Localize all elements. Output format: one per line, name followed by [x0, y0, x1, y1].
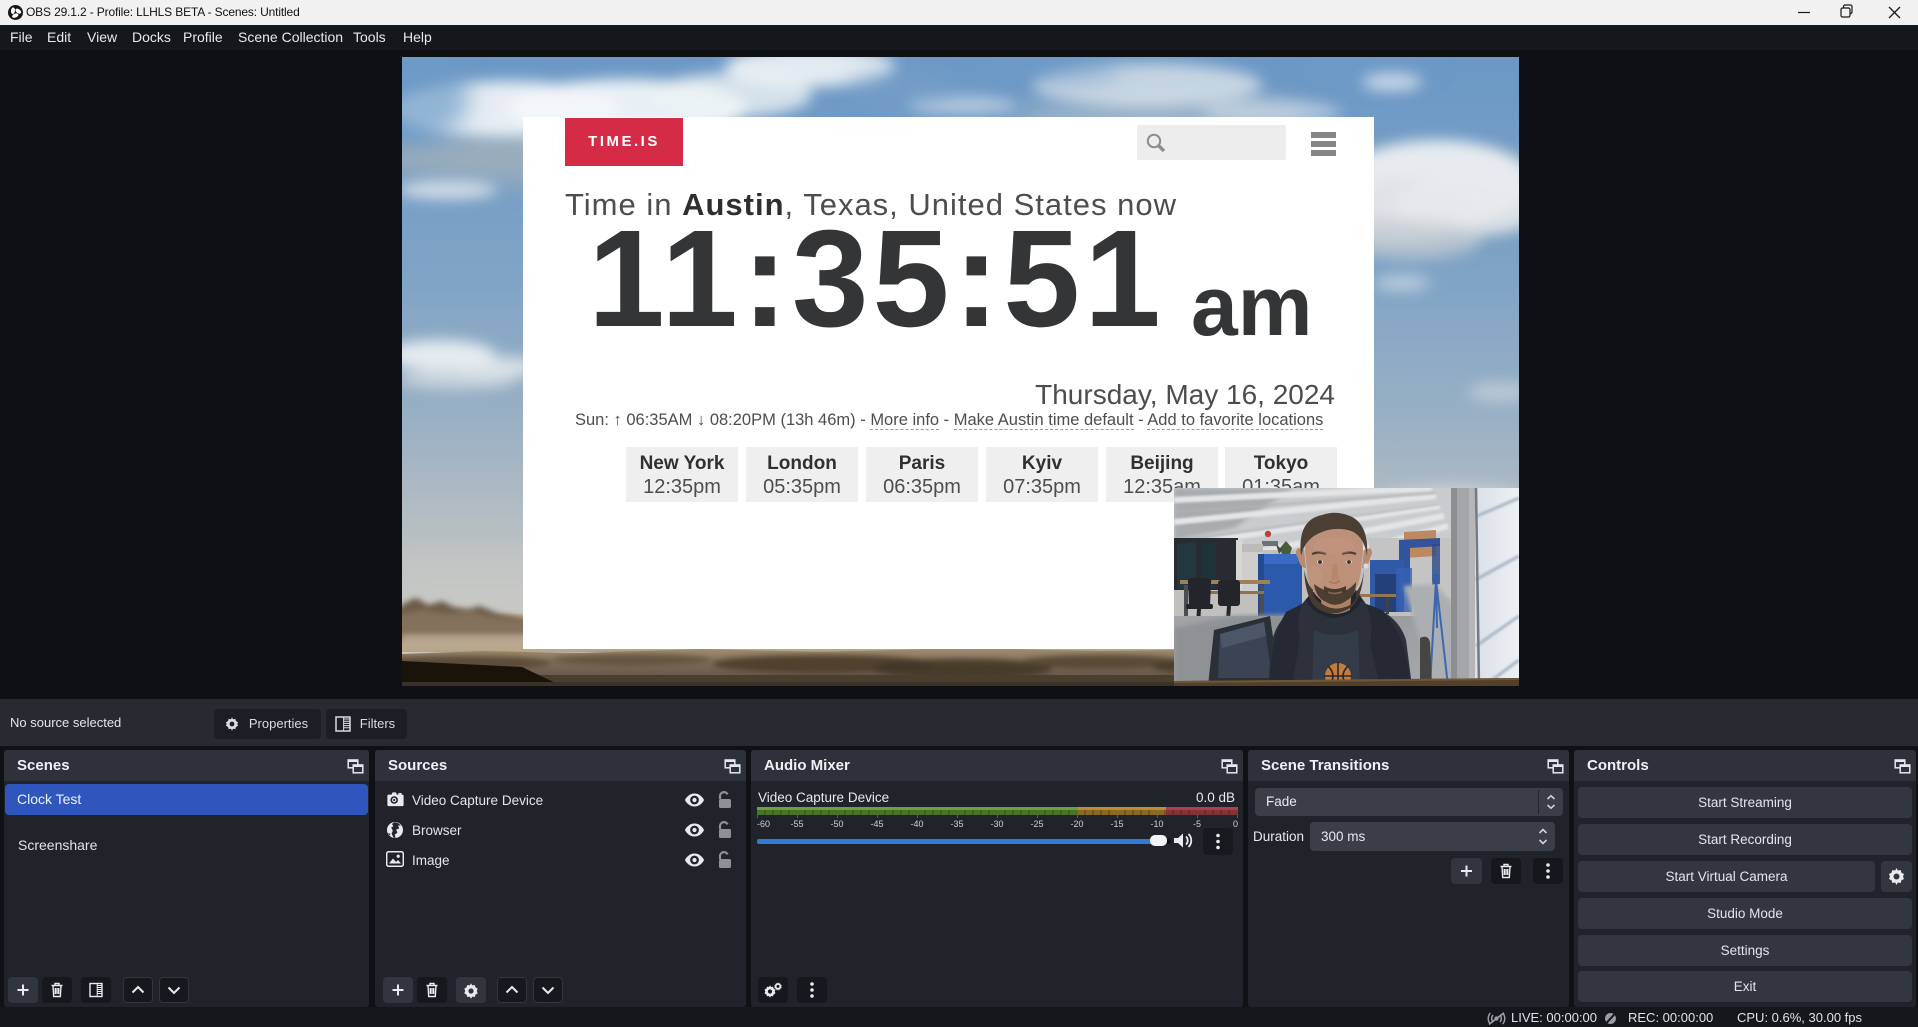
- svg-text:-45: -45: [870, 819, 883, 828]
- svg-text:-50: -50: [830, 819, 843, 828]
- svg-text:-35: -35: [950, 819, 963, 828]
- svg-text:-10: -10: [1150, 819, 1163, 828]
- svg-text:0: 0: [1233, 819, 1238, 828]
- svg-text:-30: -30: [990, 819, 1003, 828]
- svg-text:-60: -60: [757, 819, 770, 828]
- svg-text:-15: -15: [1110, 819, 1123, 828]
- svg-text:-5: -5: [1193, 819, 1201, 828]
- svg-text:-40: -40: [910, 819, 923, 828]
- svg-text:-25: -25: [1030, 819, 1043, 828]
- svg-text:-55: -55: [790, 819, 803, 828]
- svg-text:-20: -20: [1070, 819, 1083, 828]
